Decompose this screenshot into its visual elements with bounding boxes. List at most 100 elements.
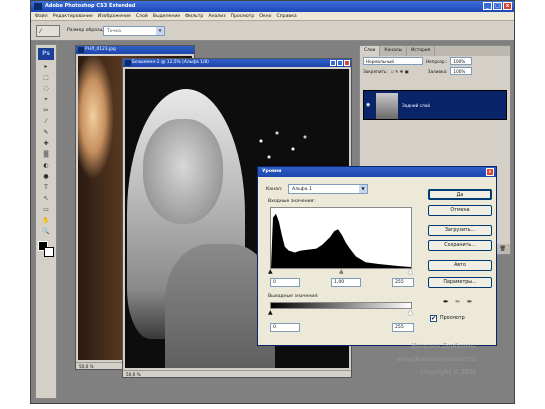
menu-layer[interactable]: Слой (136, 12, 148, 20)
menu-help[interactable]: Справка (276, 12, 296, 20)
output-black-slider[interactable]: ▲ (268, 310, 273, 316)
output-black-field[interactable]: 0 (270, 323, 300, 332)
opacity-input[interactable]: 100% (450, 57, 473, 65)
quick-select-tool-icon[interactable]: ⌖ (38, 95, 54, 105)
document-close-button[interactable] (344, 60, 350, 66)
menu-view[interactable]: Просмотр (231, 12, 255, 20)
cancel-button[interactable]: Отмена (428, 205, 492, 216)
zoom-tool-icon[interactable]: 🔍 (38, 227, 54, 237)
preview-toggle[interactable]: ✔ Просмотр (430, 315, 465, 322)
dodge-tool-icon[interactable]: ● (38, 172, 54, 182)
tab-channels[interactable]: Каналы (380, 46, 408, 56)
preview-checkbox[interactable]: ✔ (430, 315, 437, 322)
opacity-label: Непрозр.: (426, 58, 448, 64)
document-icon (78, 47, 84, 53)
lasso-tool-icon[interactable]: ◌ (38, 84, 54, 94)
dialog-close-button[interactable]: x (486, 168, 494, 176)
minimize-button[interactable]: _ (483, 2, 492, 10)
eyedropper-tool-icon[interactable]: ⁄ (38, 117, 54, 127)
input-gamma-field[interactable]: 1,00 (331, 278, 361, 287)
eraser-tool-icon[interactable]: ▒ (38, 150, 54, 160)
zoom-readout[interactable]: 50,0 % (79, 364, 94, 369)
toolbox-logo: Ps (38, 48, 54, 60)
menu-file[interactable]: Файл (35, 12, 48, 20)
portrait-face (143, 119, 223, 224)
watermark-copyright: Copyright © 2009 (420, 369, 476, 376)
blend-mode-select[interactable]: Нормальный (363, 57, 423, 65)
input-black-field[interactable]: 0 (270, 278, 300, 287)
tab-history[interactable]: История (407, 46, 436, 56)
document-status-bar: 50,0 % (123, 370, 351, 377)
lock-label: Закрепить: (363, 68, 388, 74)
document-title: РНЛ_0123.jpg (85, 47, 116, 52)
layer-thumbnail (376, 93, 398, 119)
close-button[interactable]: x (503, 2, 512, 10)
ok-button[interactable]: Да (428, 189, 492, 200)
document-title-bar[interactable]: РНЛ_0123.jpg (76, 46, 194, 54)
gray-point-eyedropper-icon[interactable]: ✒ (455, 298, 461, 306)
eye-icon[interactable]: ◉ (366, 102, 372, 108)
output-white-slider[interactable]: ▲ (408, 310, 413, 316)
chevron-down-icon: ▼ (359, 185, 367, 193)
chevron-down-icon: ▼ (156, 27, 164, 35)
menu-image[interactable]: Изображение (98, 12, 131, 20)
gradient-tool-icon[interactable]: ◐ (38, 161, 54, 171)
input-white-slider[interactable]: ▲ (408, 269, 413, 275)
input-black-slider[interactable]: ▲ (268, 269, 273, 275)
levels-dialog: Уровни x Канал: Альфа 1 ▼ Входные значен… (257, 166, 497, 346)
path-select-tool-icon[interactable]: ↖ (38, 194, 54, 204)
tool-preset-picker[interactable]: ⁄ (36, 25, 60, 37)
black-point-eyedropper-icon[interactable]: ✒ (443, 298, 449, 306)
input-white-field[interactable]: 255 (392, 278, 414, 287)
layer-row-background[interactable]: ◉ Задний слой (363, 90, 507, 120)
fill-input[interactable]: 100% (450, 67, 473, 75)
move-tool-icon[interactable]: ▸ (38, 62, 54, 72)
channel-select[interactable]: Альфа 1 ▼ (288, 184, 368, 194)
input-gamma-slider[interactable]: ▲ (339, 269, 344, 275)
document-window-controls (330, 60, 350, 66)
app-titlebar: Adobe Photoshop CS3 Extended _ □ x (31, 1, 514, 12)
hand-tool-icon[interactable]: ✋ (38, 216, 54, 226)
load-button[interactable]: Загрузить... (428, 225, 492, 236)
brush-tool-icon[interactable]: ✎ (38, 128, 54, 138)
color-swatches[interactable] (38, 241, 54, 257)
menu-window[interactable]: Окно (259, 12, 271, 20)
watermark-url: www.photoshop-master.ru (396, 356, 476, 363)
output-levels-label: Выходные значения: (268, 294, 319, 299)
options-button[interactable]: Параметры... (428, 277, 492, 288)
shape-tool-icon[interactable]: ▭ (38, 205, 54, 215)
marquee-tool-icon[interactable]: ⬚ (38, 73, 54, 83)
type-tool-icon[interactable]: T (38, 183, 54, 193)
document-minimize-button[interactable] (330, 60, 336, 66)
fill-label: Заливка: (427, 68, 448, 74)
window-controls: _ □ x (483, 2, 512, 10)
levels-histogram (270, 207, 412, 269)
save-button[interactable]: Сохранить... (428, 240, 492, 251)
background-color-swatch[interactable] (44, 247, 54, 257)
lock-icons[interactable]: ▫ ✎ ✥ ▣ (391, 69, 425, 74)
menu-bar: Файл Редактирование Изображение Слой Выд… (31, 12, 514, 21)
crop-tool-icon[interactable]: ✂ (38, 106, 54, 116)
menu-edit[interactable]: Редактирование (53, 12, 93, 20)
white-point-eyedropper-icon[interactable]: ✒ (467, 298, 473, 306)
sample-size-select[interactable]: Точка ▼ (103, 26, 165, 36)
auto-button[interactable]: Авто (428, 260, 492, 271)
histogram-shape (271, 213, 411, 268)
output-white-field[interactable]: 255 (392, 323, 414, 332)
menu-filter[interactable]: Фильтр (185, 12, 203, 20)
trash-icon[interactable]: 🗑 (500, 244, 506, 254)
sample-size-label: Размер образца: (67, 28, 108, 33)
maximize-button[interactable]: □ (493, 2, 502, 10)
lock-row: Закрепить: ▫ ✎ ✥ ▣ Заливка: 100% (360, 66, 510, 76)
zoom-readout[interactable]: 50,0 % (126, 372, 141, 377)
document-title: Безымянн-2 @ 12,5% (Альфа 1/8) (132, 60, 209, 65)
tab-layers[interactable]: Слои (360, 46, 381, 56)
menu-select[interactable]: Выделение (153, 12, 180, 20)
menu-analysis[interactable]: Анализ (208, 12, 225, 20)
eyedropper-icon: ⁄ (40, 28, 42, 35)
document-title-bar[interactable]: Безымянн-2 @ 12,5% (Альфа 1/8) (123, 59, 351, 67)
clone-stamp-tool-icon[interactable]: ✚ (38, 139, 54, 149)
document-maximize-button[interactable] (337, 60, 343, 66)
dialog-title[interactable]: Уровни (258, 167, 496, 177)
panel-tabs: Слои Каналы История (360, 46, 510, 56)
